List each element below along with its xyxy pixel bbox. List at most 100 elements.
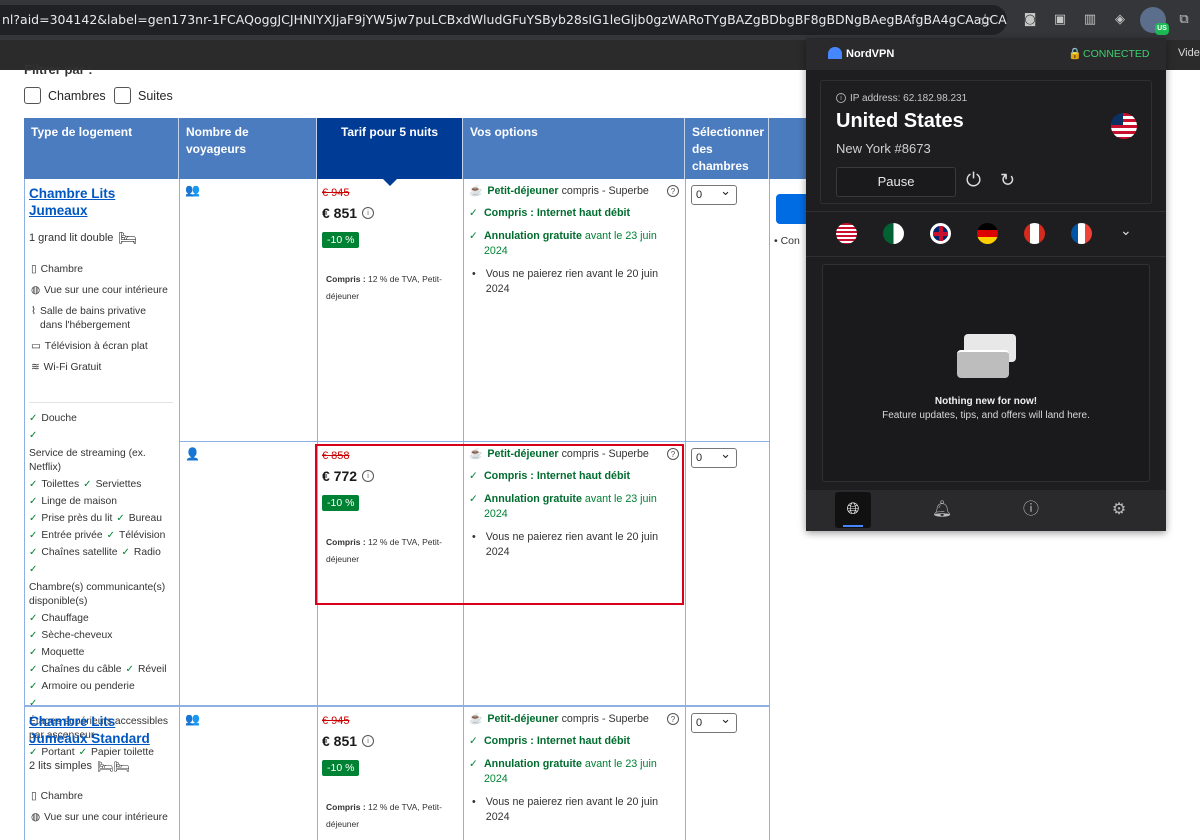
feature-item: ▯ Chambre <box>31 791 84 802</box>
amenity-row: ✓ Chaînes du câble ✓ Réveil <box>29 663 175 677</box>
room-title-chambre-lits-jumeaux-standard[interactable]: Chambre Lits Jumeaux Standard <box>29 713 159 747</box>
help-icon[interactable]: ? <box>667 185 679 197</box>
server-name: New York #8673 <box>836 141 931 156</box>
camera-extension-icon[interactable]: ▣ <box>1048 8 1072 32</box>
bookmark-star-icon[interactable]: ☆ <box>978 10 992 30</box>
offer-options: ☕ Petit-déjeuner compris - Superbe ✓ Compr… <box>469 184 679 297</box>
amenity-row: ✓ Chambre(s) communicante(s) disponible(s… <box>29 563 175 609</box>
france-flag-button[interactable] <box>1071 223 1092 244</box>
uk-flag-button[interactable] <box>930 223 951 244</box>
coffee-icon: ☕ <box>469 713 483 725</box>
room-icon: ▯ <box>31 791 37 802</box>
suites-checkbox[interactable] <box>114 87 131 104</box>
shield-extension-icon[interactable]: ◈ <box>1108 8 1132 32</box>
amenity-row: ✓ Chaînes satellite ✓ Radio <box>29 546 175 560</box>
check-icon: ✓ <box>29 664 38 675</box>
check-icon: ✓ <box>29 564 38 575</box>
included-note: Compris : 12 % de TVA, Petit-déjeuner <box>326 802 442 829</box>
address-bar[interactable]: nl?aid=304142&label=gen173nr-1FCAQoggJCJ… <box>0 5 1007 35</box>
extensions-puzzle-icon[interactable]: ⧉ <box>1172 8 1196 32</box>
price-row: € 851 i <box>322 205 375 221</box>
info-icon[interactable]: i <box>362 735 375 747</box>
active-tab-indicator <box>843 525 863 527</box>
discount-badge: -10 % <box>322 232 360 248</box>
room-title-chambre-lits-jumeaux[interactable]: Chambre Lits Jumeaux <box>29 185 159 219</box>
bell-icon[interactable]: 🔔︎ <box>924 492 960 528</box>
amenity-label: Chauffage <box>41 613 89 624</box>
check-icon: ✓ <box>29 496 38 507</box>
bookmark-video[interactable]: Video t <box>1178 47 1200 59</box>
room-quantity-select[interactable]: 0 <box>691 182 737 205</box>
amenity-row: ✓ Portant ✓ Papier toilette <box>29 746 175 760</box>
amenity-label: Serviettes <box>95 479 142 490</box>
check-icon: ✓ <box>125 664 134 675</box>
header-room-type: Type de logement <box>24 118 179 179</box>
refresh-icon[interactable]: ↻ <box>1000 170 1015 191</box>
breakfast-option: ☕ Petit-déjeuner compris - Superbe <box>469 713 649 725</box>
gear-icon[interactable]: ⚙ <box>1101 492 1137 528</box>
check-icon: ✓ <box>29 530 38 541</box>
amenity-label: Chaînes satellite <box>41 547 118 558</box>
room2-features: ▯ Chambre ◍ Vue sur une cour intérieure <box>31 790 171 825</box>
algeria-flag-button[interactable] <box>883 223 904 244</box>
info-icon[interactable]: i <box>362 207 375 219</box>
check-icon: ✓ <box>469 207 478 219</box>
feature-item: ⌇ Salle de bains privative dans l'héberge… <box>31 306 146 331</box>
conditions-fragment: • Con <box>774 235 800 247</box>
new-price: € 851 <box>322 205 358 221</box>
twin-beds-icon: 🛏🛏 <box>96 759 130 774</box>
trash-extension-icon[interactable]: ▥ <box>1078 8 1102 32</box>
us-flag-button[interactable] <box>836 223 857 244</box>
check-icon: ✓ <box>29 430 38 441</box>
highlight-box <box>315 444 684 605</box>
amenity-row: ✓ Moquette <box>29 646 175 660</box>
help-icon[interactable]: ? <box>667 713 679 725</box>
included-note: Compris : 12 % de TVA, Petit-déjeuner <box>326 274 442 301</box>
help-icon[interactable]: ⓘ <box>1013 492 1049 528</box>
nordvpn-brand: NordVPN <box>846 48 895 60</box>
amenity-label: Entrée privée <box>41 530 103 541</box>
suites-checkbox-label: Suites <box>138 89 173 103</box>
globe-icon[interactable]: 🌐︎ <box>835 492 871 528</box>
room-quantity-select[interactable]: 0 <box>691 710 737 733</box>
amenity-label: Bureau <box>128 513 162 524</box>
check-icon: ✓ <box>121 547 130 558</box>
amenity-label: Moquette <box>41 647 85 658</box>
two-guests-icon: 👥 <box>185 712 200 726</box>
bullet-icon: • <box>472 268 476 280</box>
amenity-row: ✓ Armoire ou penderie <box>29 680 175 694</box>
germany-flag-button[interactable] <box>977 223 998 244</box>
screenshot-extension-icon[interactable]: ◙ <box>1018 8 1042 32</box>
wifi-icon: ≋ <box>31 362 40 373</box>
chambres-checkbox-label: Chambres <box>48 89 106 103</box>
room-quantity-select[interactable]: 0 <box>691 445 737 468</box>
empty-text: Feature updates, tips, and offers will l… <box>882 410 1090 421</box>
nordvpn-logo-icon <box>828 47 842 59</box>
bed-info: 2 lits simples 🛏🛏 <box>29 759 130 774</box>
new-price: € 851 <box>322 733 358 749</box>
amenity-label: Toilettes <box>41 479 80 490</box>
grid-line <box>769 179 770 840</box>
check-icon: ✓ <box>469 758 478 770</box>
amenity-label: Douche <box>41 413 77 424</box>
chevron-down-icon[interactable]: ⌄ <box>1120 222 1132 239</box>
check-icon: ✓ <box>469 735 478 747</box>
pay-later-note: • Vous ne paierez rien avant le 20 juin 2… <box>472 268 659 295</box>
bed-label: 2 lits simples <box>29 760 92 772</box>
check-icon: ✓ <box>29 630 38 641</box>
pause-button[interactable]: Pause <box>836 167 956 197</box>
power-icon[interactable]: ⏻ <box>966 170 981 192</box>
canada-flag-button[interactable] <box>1024 223 1045 244</box>
check-icon: ✓ <box>29 413 38 424</box>
grid-line <box>179 179 180 840</box>
room1-features: ▯ Chambre ◍ Vue sur une cour intérieure ⌇ S… <box>31 263 171 375</box>
chambres-checkbox[interactable] <box>24 87 41 104</box>
nordvpn-extension-icon[interactable]: US <box>1140 7 1169 35</box>
header-options: Vos options <box>463 118 685 179</box>
header-select: Sélectionner des chambres <box>685 118 769 179</box>
amenity-label: Linge de maison <box>41 496 117 507</box>
check-icon: ✓ <box>29 747 38 758</box>
reserve-button[interactable] <box>776 194 810 224</box>
amenity-label: Chaînes du câble <box>41 664 122 675</box>
us-flag-icon <box>1111 113 1137 139</box>
